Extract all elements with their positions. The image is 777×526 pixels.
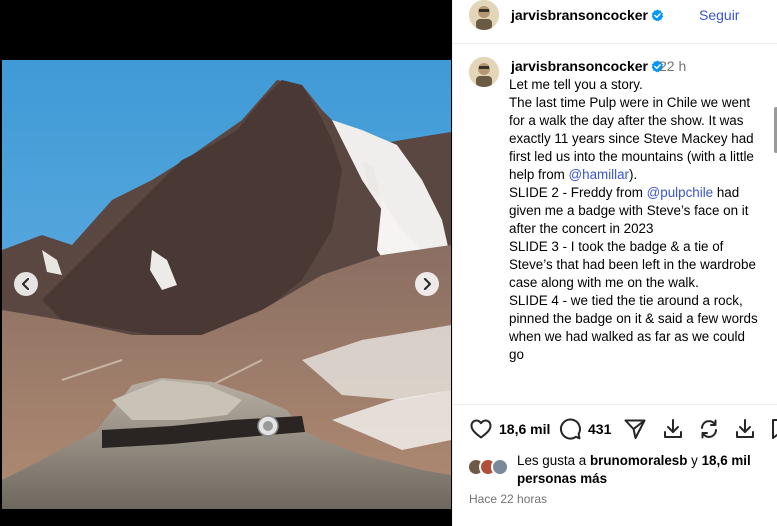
mention-link-hamillar[interactable]: @hamillar — [569, 167, 629, 182]
avatar-image — [469, 57, 499, 87]
caption-paragraph: SLIDE 3 - I took the badge & a tie of St… — [509, 239, 756, 290]
caption-paragraph: SLIDE 2 - Freddy from @pulpchile had giv… — [509, 184, 761, 238]
like-count: 18,6 mil — [499, 421, 551, 437]
mountain-photo — [2, 60, 451, 509]
post-side-panel: jarvisbransoncocker Seguir jarvisbranson… — [452, 0, 777, 526]
caption-paragraph: The last time Pulp were in Chile we went… — [509, 94, 761, 184]
action-bar: 18,6 mil 431 — [453, 404, 777, 448]
avatar-image — [469, 0, 499, 30]
liker-username-link[interactable]: brunomoralesb — [590, 453, 687, 468]
bookmark-icon — [772, 419, 777, 439]
share-icon — [624, 419, 646, 439]
chevron-left-icon — [22, 278, 29, 290]
likes-text: Les gusta a brunomoralesb y 18,6 mil per… — [517, 452, 767, 488]
username-text: jarvisbransoncocker — [511, 58, 648, 74]
like-button[interactable]: 18,6 mil — [469, 417, 550, 441]
caption-section: jarvisbransoncocker 22 h Let me tell you… — [453, 45, 777, 403]
repost-icon — [701, 419, 717, 439]
download-button[interactable] — [661, 417, 685, 441]
verified-badge-icon — [651, 9, 664, 22]
post-photo[interactable] — [2, 60, 451, 509]
likes-prefix: Les gusta a — [517, 453, 590, 468]
avatar[interactable] — [469, 0, 499, 30]
post-caption: Let me tell you a story. The last time P… — [509, 76, 761, 364]
chevron-right-icon — [424, 278, 431, 290]
follow-button[interactable]: Seguir — [699, 7, 739, 23]
repost-button[interactable] — [697, 417, 721, 441]
previous-slide-button[interactable] — [14, 272, 38, 296]
mention-link-pulpchile[interactable]: @pulpchile — [647, 185, 713, 200]
post-header: jarvisbransoncocker Seguir — [453, 0, 777, 44]
liker-avatar[interactable] — [491, 458, 509, 476]
avatar[interactable] — [469, 57, 499, 87]
post-media — [0, 0, 452, 526]
save-button[interactable] — [733, 417, 757, 441]
next-slide-button[interactable] — [415, 272, 439, 296]
username-link[interactable]: jarvisbransoncocker — [511, 7, 664, 23]
post-time-short[interactable]: 22 h — [659, 58, 686, 74]
caption-username-link[interactable]: jarvisbransoncocker — [511, 58, 664, 74]
caption-line: Let me tell you a story. — [509, 77, 643, 92]
likes-middle: y — [687, 453, 702, 468]
share-button[interactable] — [623, 417, 647, 441]
comment-count: 431 — [588, 421, 612, 437]
download-alt-icon — [736, 419, 754, 438]
caption-paragraph: SLIDE 4 - we tied the tie around a rock,… — [509, 293, 758, 362]
download-icon — [664, 419, 682, 438]
heart-icon — [470, 419, 492, 439]
caption-text: ). — [629, 167, 638, 182]
more-button[interactable] — [769, 417, 777, 441]
caption-text: SLIDE 2 - Freddy from — [509, 185, 647, 200]
username-text: jarvisbransoncocker — [511, 7, 648, 23]
likes-summary: Les gusta a brunomoralesb y 18,6 mil per… — [467, 452, 767, 492]
post-time-long[interactable]: Hace 22 horas — [469, 492, 547, 506]
comment-icon — [559, 418, 581, 440]
post-viewer: jarvisbransoncocker Seguir jarvisbranson… — [0, 0, 777, 526]
comment-button[interactable]: 431 — [558, 417, 611, 441]
